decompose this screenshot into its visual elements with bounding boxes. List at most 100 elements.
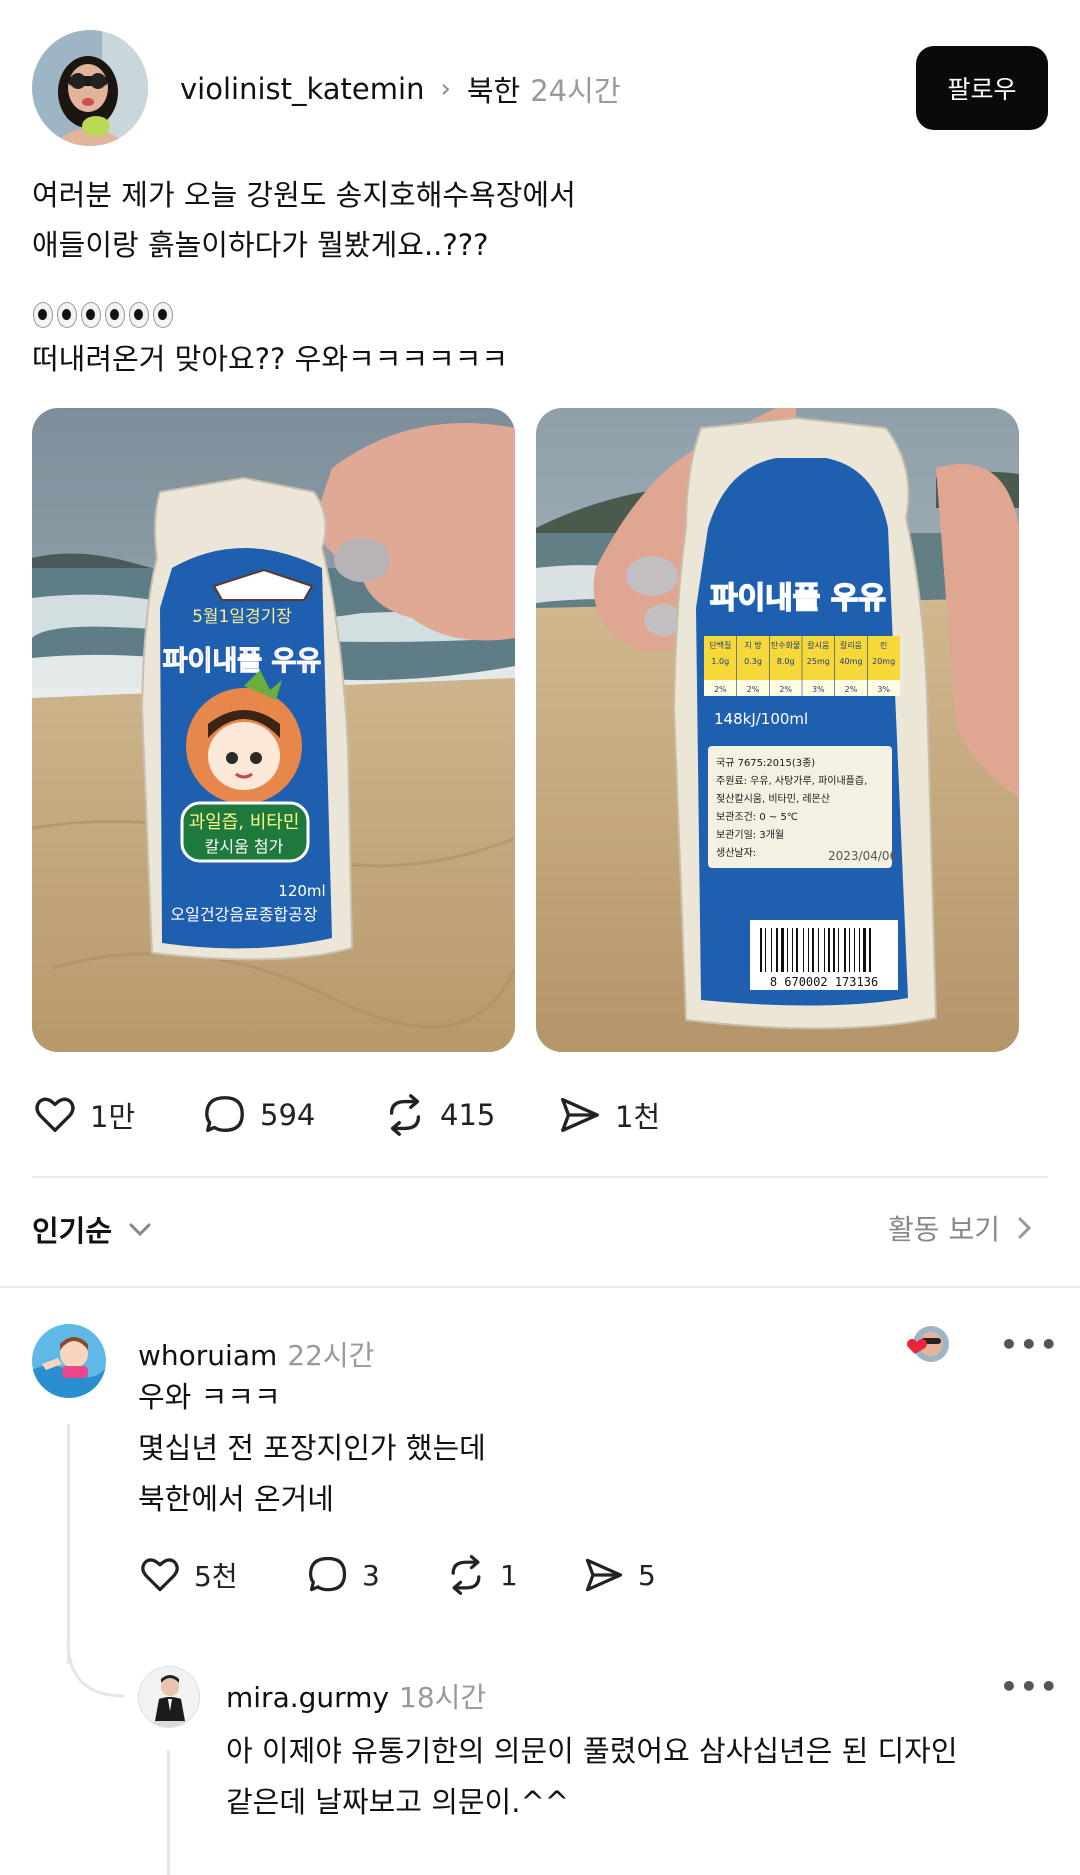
photo-badge-line2: 칼시움 첨가 — [205, 837, 284, 856]
eyes-emoji — [32, 294, 576, 334]
comment: whoruiam 22시간 ••• 우와 ㅋㅋㅋ 몇십년 전 포장지인가 했는데 … — [0, 1320, 1080, 1720]
divider — [32, 1176, 1048, 1178]
comment-time: 18시간 — [399, 1681, 487, 1714]
comment-count: 594 — [260, 1098, 316, 1132]
photo-brand-label: 파이내플 우유 — [163, 646, 321, 677]
nutrition-cell: 2% — [845, 685, 858, 694]
share-button[interactable]: 1천 — [557, 1092, 660, 1138]
like-button[interactable]: 1만 — [32, 1092, 202, 1138]
nutrition-cell: 칼리움 — [840, 641, 862, 650]
nutrition-cell: 2% — [714, 685, 727, 694]
comment-text-line: 북한에서 온거네 — [138, 1482, 334, 1516]
nutrition-cell: 지 방 — [744, 640, 762, 650]
comment-text-line: 몇십년 전 포장지인가 했는데 — [138, 1431, 486, 1465]
post-text-line: 애들이랑 흙놀이하다가 뭘봤게요..??? — [32, 228, 489, 262]
photo-badge-line1: 과일즙, 비타민 — [189, 812, 300, 833]
nutrition-cell: 칼시움 — [807, 641, 829, 650]
heart-icon — [141, 1558, 179, 1592]
follow-button[interactable]: 팔로우 — [916, 46, 1048, 130]
repost-button[interactable]: 1 — [444, 1553, 582, 1597]
barcode-bar — [844, 928, 846, 972]
barcode-bar — [838, 928, 839, 972]
barcode-bar — [859, 928, 860, 972]
reply-button[interactable]: 3 — [306, 1553, 444, 1597]
post-text-line: 여러분 제가 오늘 강원도 송지호해수욕장에서 — [32, 178, 576, 212]
comment-button[interactable]: 594 — [202, 1092, 382, 1138]
more-options-icon[interactable]: ••• — [1000, 1670, 1060, 1703]
ingredient-label-line: 보관조건: 0 ~ 5℃ — [716, 811, 798, 823]
view-activity-link[interactable]: 활동 보기 — [888, 1208, 1036, 1248]
nutrition-cell: 3% — [877, 685, 890, 694]
nutrition-cell: 8.0g — [777, 657, 795, 666]
share-count: 1천 — [615, 1100, 661, 1134]
more-options-icon[interactable]: ••• — [1000, 1328, 1060, 1361]
thread-line — [67, 1424, 70, 1664]
barcode-bar — [781, 928, 784, 972]
comment-text-line: 같은데 날짜보고 의문이.^^ — [226, 1785, 570, 1819]
ingredient-label-line: 보관기일: 3개월 — [716, 829, 784, 841]
nutrition-cell: 탄수화물 — [771, 640, 800, 650]
barcode-bar — [854, 928, 855, 972]
barcode-bar — [803, 928, 804, 972]
post-meta: violinist_katemin › 북한 24시간 — [180, 68, 621, 110]
post-username[interactable]: violinist_katemin — [180, 72, 424, 106]
barcode-bar — [776, 928, 778, 972]
divider — [0, 1286, 1080, 1288]
activity-label: 활동 보기 — [888, 1213, 1000, 1246]
sort-row: 인기순 활동 보기 — [32, 1208, 1048, 1252]
avatar[interactable] — [138, 1666, 200, 1728]
nutrition-cell: 40mg — [839, 657, 862, 666]
barcode-bar — [796, 928, 798, 972]
author-liked-avatar — [905, 1324, 949, 1368]
comment-body: 우와 ㅋㅋㅋ 몇십년 전 포장지인가 했는데 북한에서 온거네 — [138, 1372, 486, 1525]
repost-button[interactable]: 415 — [382, 1092, 557, 1138]
share-button[interactable]: 5 — [582, 1553, 656, 1597]
photo-front[interactable]: 5월1일경기장 파이내플 우유 과일즙, 비타민 칼시움 첨가 120ml 오일… — [32, 408, 515, 1052]
comment-actions: 5천 3 1 5 — [138, 1550, 656, 1600]
barcode-bar — [869, 928, 871, 972]
avatar[interactable] — [32, 30, 148, 146]
comment-icon — [308, 1556, 347, 1592]
like-button[interactable]: 5천 — [138, 1553, 306, 1597]
photo-top-label: 5월1일경기장 — [192, 607, 292, 627]
nutrition-cell: 25mg — [807, 657, 830, 666]
nutrition-cell: 0.3g — [744, 657, 762, 666]
repost-count: 1 — [500, 1558, 518, 1592]
sort-dropdown[interactable]: 인기순 — [32, 1208, 154, 1250]
comment-text-line: 아 이제야 유통기한의 의문이 풀렸어요 삼사십년은 된 디자인 — [226, 1734, 958, 1768]
ingredient-label-line: 젖산칼시움, 비타민, 레몬산 — [716, 792, 830, 805]
barcode-bar — [863, 928, 866, 972]
share-count: 5 — [638, 1558, 656, 1592]
ingredient-label-line: 국규 7675:2015(3종) — [716, 757, 815, 769]
photo-back[interactable]: 파이내플 우유 단백질 1.0g 2% 지 방 0.3g 2% 탄수화물 8.0g 2% 칼시움 2… — [536, 408, 1019, 1052]
comment-body: 아 이제야 유통기한의 의문이 풀렸어요 삼사십년은 된 디자인 같은데 날짜보… — [226, 1726, 958, 1828]
comment-meta: whoruiam 22시간 — [138, 1334, 374, 1374]
nutrition-cell: 3% — [812, 685, 825, 694]
barcode-bar — [828, 928, 830, 972]
barcode-bar — [849, 928, 850, 972]
reply-count: 3 — [362, 1558, 380, 1592]
chevron-right-icon — [1018, 1217, 1032, 1239]
photo-brand-label: 파이내플 우유 — [710, 581, 886, 616]
comment-username[interactable]: mira.gurmy — [226, 1681, 389, 1714]
nutrition-cell: 2% — [747, 685, 760, 694]
chevron-down-icon — [129, 1223, 151, 1237]
barcode-bar — [771, 928, 772, 972]
post-topic[interactable]: 북한 — [467, 68, 520, 110]
post-actions: 1만 594 415 1천 — [32, 1090, 660, 1140]
post-body: 여러분 제가 오늘 강원도 송지호해수욕장에서 애들이랑 흙놀이하다가 뭘봤게요… — [32, 170, 576, 384]
ingredient-label-line: 주원료: 우유, 사탕가루, 파이내플즙, — [716, 775, 867, 787]
photo-maker-label: 오일건강음료종합공장 — [170, 905, 317, 924]
nutrition-cell: 20mg — [872, 657, 895, 666]
photo-date-label: 2023/04/06 — [828, 849, 897, 863]
repost-icon — [389, 1094, 421, 1136]
nutrition-cell: 단백질 — [709, 640, 731, 650]
send-icon — [561, 1097, 599, 1133]
comment-username[interactable]: whoruiam — [138, 1339, 277, 1372]
nutrition-cell: 2% — [779, 685, 792, 694]
post-media: 5월1일경기장 파이내플 우유 과일즙, 비타민 칼시움 첨가 120ml 오일… — [32, 408, 1052, 1052]
heart-icon — [35, 1097, 75, 1133]
avatar[interactable] — [32, 1324, 106, 1398]
comment-time: 22시간 — [287, 1339, 375, 1372]
repost-icon — [451, 1555, 481, 1595]
